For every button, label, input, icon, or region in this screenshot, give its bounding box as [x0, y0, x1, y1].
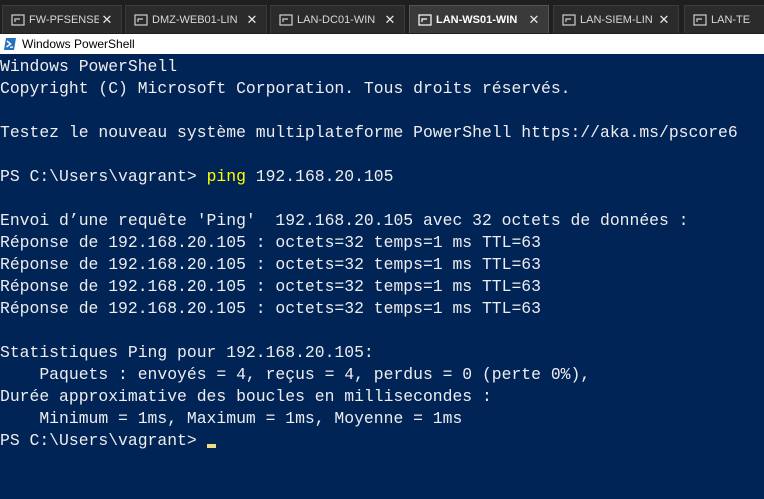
console-line: Copyright (C) Microsoft Corporation. Tou… [0, 79, 571, 98]
console-icon [693, 13, 707, 26]
tab-label: DMZ-WEB01-LIN [152, 13, 238, 26]
tab-label: FW-PFSENSE [29, 13, 99, 26]
tab-lan-dc01-win[interactable]: LAN-DC01-WIN ✕ [270, 5, 405, 33]
tab-label: LAN-TEST-LI [711, 13, 751, 26]
text-cursor [206, 444, 216, 448]
window-title: Windows PowerShell [22, 37, 135, 51]
tab-fw-pfsense[interactable]: FW-PFSENSE ✕ [2, 5, 122, 33]
close-icon[interactable]: ✕ [382, 12, 398, 28]
close-icon[interactable]: ✕ [526, 12, 542, 28]
console-line: Réponse de 192.168.20.105 : octets=32 te… [0, 299, 541, 318]
console-line: Statistiques Ping pour 192.168.20.105: [0, 343, 374, 362]
prompt: PS C:\Users\vagrant> [0, 167, 207, 186]
powershell-icon [4, 38, 16, 50]
console-icon [11, 13, 25, 26]
console-line: Réponse de 192.168.20.105 : octets=32 te… [0, 255, 541, 274]
tab-lan-ws01-win[interactable]: LAN-WS01-WIN ✕ [409, 5, 549, 33]
console-line: Minimum = 1ms, Maximum = 1ms, Moyenne = … [0, 409, 463, 428]
command-name: ping [206, 167, 246, 186]
tab-lan-siem-lin[interactable]: LAN-SIEM-LIN ✕ [553, 5, 679, 33]
tab-bar: FW-PFSENSE ✕ DMZ-WEB01-LIN ✕ LAN-DC01-WI… [0, 0, 764, 34]
prompt: PS C:\Users\vagrant> [0, 431, 197, 450]
console-line: Réponse de 192.168.20.105 : octets=32 te… [0, 233, 541, 252]
console-icon [418, 13, 432, 26]
console-line: Testez le nouveau système multiplateform… [0, 123, 738, 142]
close-icon[interactable]: ✕ [244, 12, 260, 28]
console-icon [134, 13, 148, 26]
console-line: Envoi d’une requête 'Ping' 192.168.20.10… [0, 211, 689, 230]
tab-dmz-web01-lin[interactable]: DMZ-WEB01-LIN ✕ [125, 5, 267, 33]
close-icon[interactable]: ✕ [99, 12, 115, 28]
console-line: Paquets : envoyés = 4, reçus = 4, perdus… [0, 365, 591, 384]
console-icon [279, 13, 293, 26]
tab-label: LAN-WS01-WIN [436, 13, 518, 26]
tab-lan-test-li[interactable]: LAN-TEST-LI [684, 5, 764, 33]
tab-label: LAN-SIEM-LIN [580, 13, 653, 26]
powershell-console[interactable]: Windows PowerShell Copyright (C) Microso… [0, 56, 764, 499]
console-line: Windows PowerShell [0, 57, 178, 76]
tab-label: LAN-DC01-WIN [297, 13, 376, 26]
command-args: 192.168.20.105 [245, 167, 394, 186]
close-icon[interactable]: ✕ [656, 12, 672, 28]
console-icon [562, 13, 576, 26]
window-title-bar[interactable]: Windows PowerShell [0, 34, 764, 54]
command-line: PS C:\Users\vagrant> ping 192.168.20.105 [0, 166, 393, 188]
console-line: Réponse de 192.168.20.105 : octets=32 te… [0, 277, 541, 296]
prompt-line[interactable]: PS C:\Users\vagrant> [0, 430, 216, 452]
console-line: Durée approximative des boucles en milli… [0, 387, 492, 406]
